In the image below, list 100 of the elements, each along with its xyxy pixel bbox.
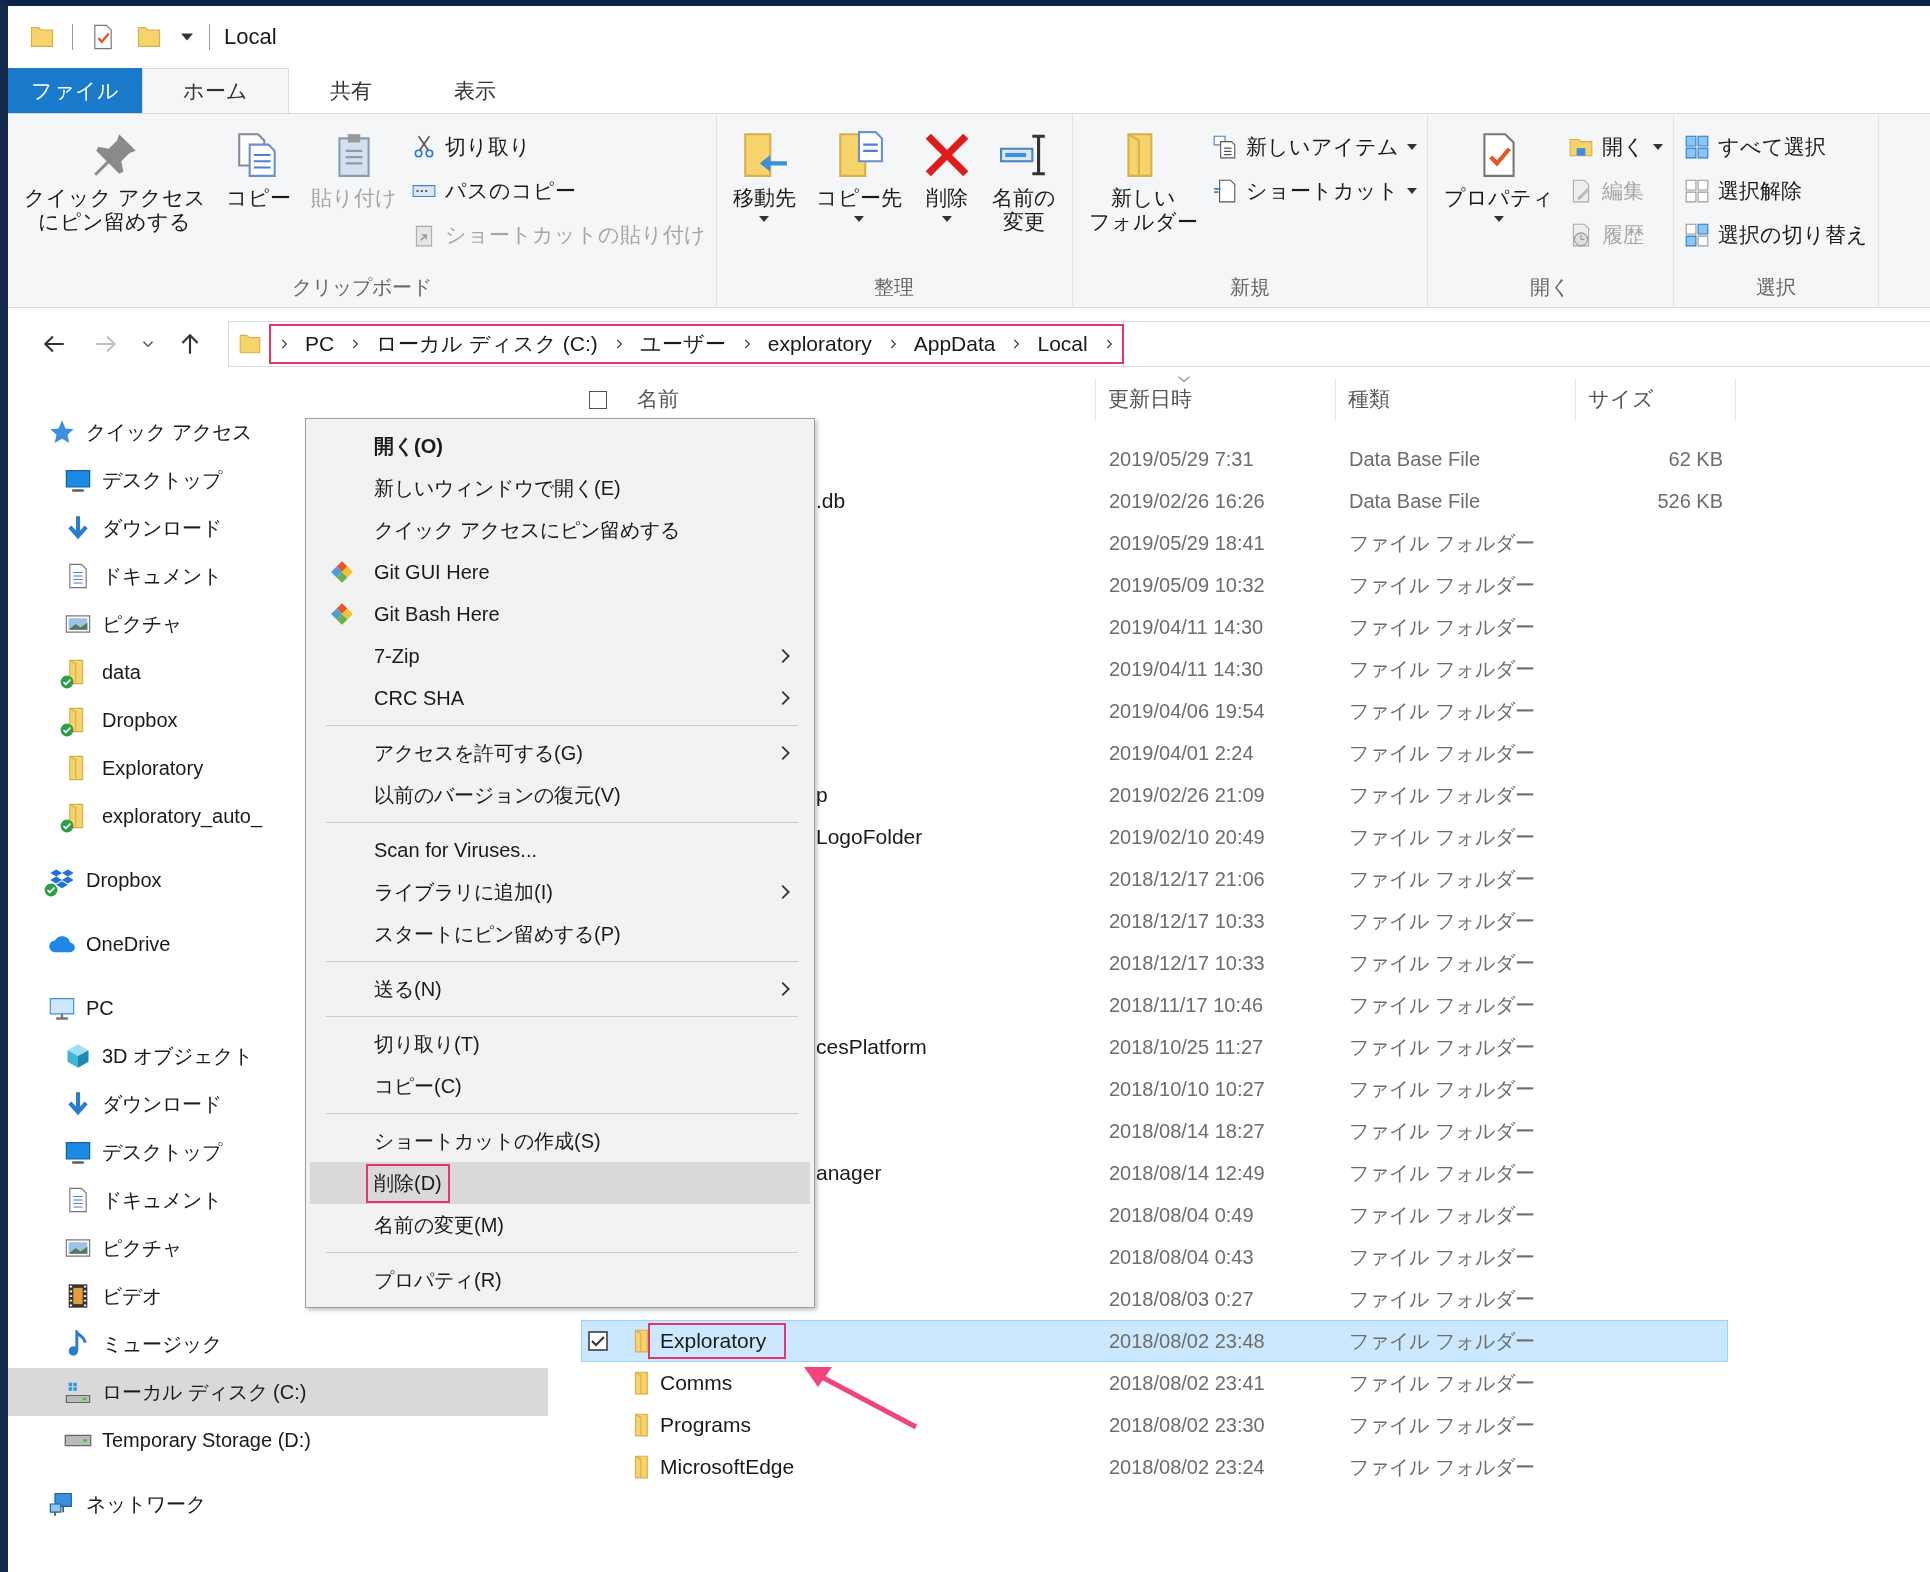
menu-item[interactable]: スタートにピン留めする(P)	[310, 913, 810, 955]
menu-item[interactable]: 削除(D)	[310, 1162, 810, 1204]
customize-toolbar-button[interactable]	[179, 31, 195, 43]
nav-item[interactable]: ローカル ディスク (C:)	[8, 1368, 548, 1416]
ribbon-tab[interactable]: ファイル	[8, 68, 142, 113]
nav-item[interactable]: ミュージック	[8, 1320, 548, 1368]
file-name: LogoFolder	[816, 825, 923, 849]
ribbon-group-label: 選択	[1754, 275, 1797, 300]
open-button[interactable]: 開く	[1567, 128, 1663, 166]
new-item-button[interactable]: 新しいアイテム	[1211, 128, 1417, 166]
menu-item[interactable]: 新しいウィンドウで開く(E)	[310, 467, 810, 509]
file-type: ファイル フォルダー	[1348, 1076, 1536, 1102]
modified-date: 2018/08/03 0:27	[1108, 1287, 1255, 1311]
ribbon-tab[interactable]: ホーム	[142, 68, 289, 113]
nav-item[interactable]: ネットワーク	[8, 1480, 548, 1528]
column-header[interactable]: サイズ	[1588, 374, 1654, 413]
breadcrumb-item[interactable]: ローカル ディスク (C:)	[372, 330, 602, 358]
modified-date: 2019/05/29 18:41	[1108, 531, 1266, 555]
file-type: ファイル フォルダー	[1348, 530, 1536, 556]
menu-item[interactable]: Scan for Viruses...	[310, 829, 810, 871]
menu-item[interactable]: クイック アクセスにピン留めする	[310, 509, 810, 551]
menu-item[interactable]: 7-Zip	[310, 635, 810, 677]
modified-date: 2018/10/25 11:27	[1108, 1035, 1265, 1059]
file-row[interactable]: Programs 2018/08/02 23:30 ファイル フォルダー	[581, 1404, 1728, 1446]
menu-item[interactable]: CRC SHA	[310, 677, 810, 719]
column-header[interactable]: 種類	[1348, 374, 1390, 413]
copy-to-button[interactable]: コピー先	[809, 124, 908, 274]
select-all-checkbox[interactable]	[589, 390, 607, 409]
breadcrumb-item[interactable]: ユーザー	[635, 330, 730, 358]
breadcrumb-item[interactable]: PC	[301, 332, 339, 356]
column-header[interactable]: 名前	[637, 374, 679, 413]
file-type: ファイル フォルダー	[1348, 1370, 1536, 1396]
file-type: ファイル フォルダー	[1348, 824, 1536, 850]
breadcrumb-item[interactable]: Local	[1033, 332, 1092, 356]
check-badge-icon	[44, 883, 58, 897]
menu-item[interactable]: ショートカットの作成(S)	[310, 1120, 810, 1162]
rename-button[interactable]: 名前の 変更	[985, 124, 1062, 274]
modified-date: 2019/04/11 14:30	[1108, 657, 1265, 681]
cut-button[interactable]: 切り取り	[410, 128, 706, 166]
file-type: ファイル フォルダー	[1348, 866, 1536, 892]
ribbon-tab[interactable]: 共有	[289, 68, 413, 113]
menu-item[interactable]: コピー(C)	[310, 1065, 810, 1107]
checkbox-icon	[586, 1329, 610, 1353]
copy-button[interactable]: コピー	[219, 124, 297, 274]
menu-item[interactable]: Git Bash Here	[310, 593, 810, 635]
file-type: ファイル フォルダー	[1348, 1328, 1536, 1354]
file-type: Data Base File	[1348, 447, 1482, 471]
file-type: Data Base File	[1348, 489, 1482, 513]
file-type: ファイル フォルダー	[1348, 1202, 1536, 1228]
nav-item[interactable]: Temporary Storage (D:)	[8, 1416, 548, 1464]
menu-item[interactable]: 送る(N)	[310, 968, 810, 1010]
modified-date: 2018/12/17 21:06	[1108, 867, 1266, 891]
delete-button[interactable]: 削除	[915, 124, 978, 274]
diamond-icon	[329, 601, 355, 627]
modified-date: 2018/08/02 23:48	[1108, 1329, 1266, 1353]
file-row[interactable]: Comms 2018/08/02 23:41 ファイル フォルダー	[581, 1362, 1728, 1404]
column-header[interactable]: 更新日時	[1108, 374, 1192, 413]
caret-icon	[1652, 144, 1663, 150]
breadcrumb-item[interactable]: exploratory	[763, 332, 876, 356]
modified-date: 2019/04/06 19:54	[1108, 699, 1266, 723]
file-type: ファイル フォルダー	[1348, 1118, 1536, 1144]
invert-selection-button[interactable]: 選択の切り替え	[1683, 216, 1868, 254]
menu-item[interactable]: ライブラリに追加(I)	[310, 871, 810, 913]
caret-icon	[1406, 144, 1417, 150]
new-folder-button[interactable]: 新しい フォルダー	[1082, 124, 1204, 274]
menu-item[interactable]: 開く(O)	[310, 425, 810, 467]
ribbon-group-label: 整理	[873, 275, 916, 300]
ribbon-tab[interactable]: 表示	[413, 68, 537, 113]
grid-icon	[1683, 222, 1710, 248]
modified-date: 2018/12/17 10:33	[1108, 951, 1266, 975]
menu-item[interactable]: プロパティ(R)	[310, 1259, 810, 1301]
copy-path-button[interactable]: パスのコピー	[410, 172, 706, 210]
menu-item[interactable]: 以前のバージョンの復元(V)	[310, 774, 810, 816]
shortcut-button[interactable]: ショートカット	[1211, 172, 1417, 210]
file-type: ファイル フォルダー	[1348, 782, 1536, 808]
modified-date: 2018/08/14 18:27	[1108, 1119, 1266, 1143]
stacked-documents-icon	[1211, 134, 1238, 160]
file-name: cesPlatform	[816, 1035, 927, 1059]
select-all-button[interactable]: すべて選択	[1683, 128, 1868, 166]
properties-button[interactable]: プロパティ	[1437, 124, 1560, 274]
menu-item[interactable]: 切り取り(T)	[310, 1023, 810, 1065]
select-none-button[interactable]: 選択解除	[1683, 172, 1868, 210]
pin-to-quick-access-button[interactable]: クイック アクセス にピン留めする	[18, 124, 212, 274]
file-row[interactable]: MicrosoftEdge 2018/08/02 23:24 ファイル フォルダー	[581, 1446, 1728, 1488]
file-type: ファイル フォルダー	[1348, 698, 1536, 724]
document-icon	[1211, 178, 1238, 204]
menu-item[interactable]: 名前の変更(M)	[310, 1204, 810, 1246]
breadcrumb-item[interactable]: AppData	[909, 332, 1000, 356]
file-name: Exploratory	[650, 1325, 785, 1357]
file-type: ファイル フォルダー	[1348, 992, 1536, 1018]
file-type: ファイル フォルダー	[1348, 614, 1536, 640]
move-to-button[interactable]: 移動先	[726, 124, 802, 274]
file-name: .db	[816, 489, 846, 513]
menu-item[interactable]: Git GUI Here	[310, 551, 810, 593]
file-type: ファイル フォルダー	[1348, 572, 1536, 598]
address-bar[interactable]: PC ローカル ディスク (C:) ユーザー exploratory AppData Local	[228, 321, 1930, 367]
modified-date: 2019/02/26 16:26	[1108, 489, 1266, 513]
menu-item[interactable]: アクセスを許可する(G)	[310, 732, 810, 774]
modified-date: 2018/11/17 10:46	[1108, 993, 1265, 1017]
modified-date: 2018/08/02 23:30	[1108, 1413, 1266, 1437]
